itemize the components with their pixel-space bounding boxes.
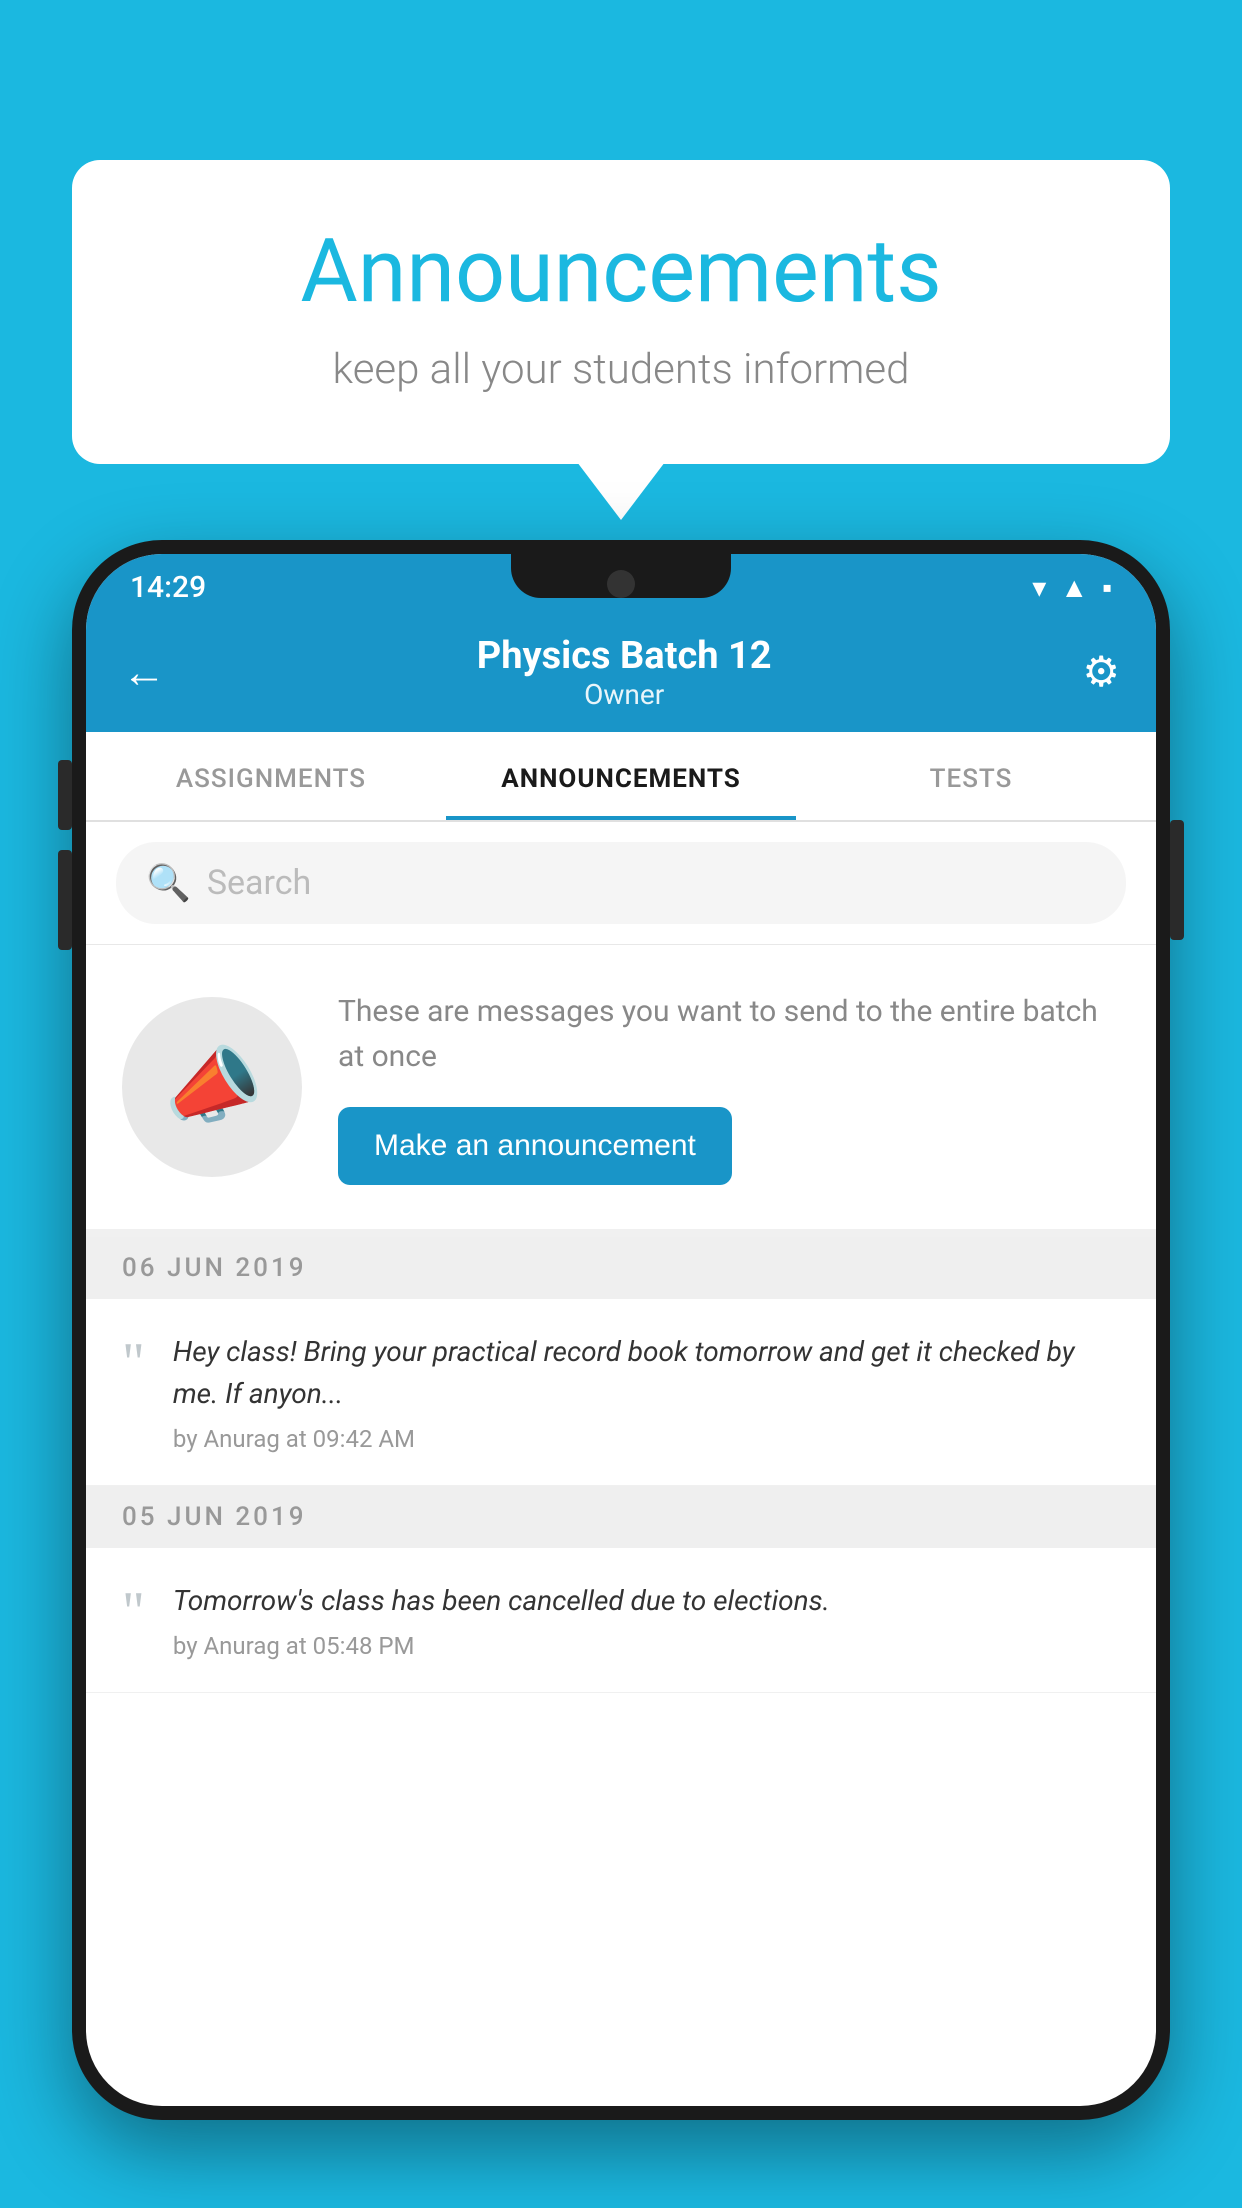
announcement-content-2: Tomorrow's class has been cancelled due … <box>173 1580 1120 1660</box>
search-bar[interactable]: 🔍 Search <box>116 842 1126 924</box>
signal-icon: ▲ <box>1060 571 1088 604</box>
phone-frame: 14:29 ▾ ▲ ▪ ← Physics Batch 12 Owner ⚙ <box>72 540 1170 2120</box>
bubble-title: Announcements <box>152 220 1090 323</box>
announcement-meta-2: by Anurag at 05:48 PM <box>173 1632 1120 1660</box>
announcement-icon-circle: 📣 <box>122 997 302 1177</box>
settings-button[interactable]: ⚙ <box>1082 647 1120 697</box>
header-title-block: Physics Batch 12 Owner <box>166 634 1082 711</box>
search-icon: 🔍 <box>146 862 191 904</box>
announcement-text-1: Hey class! Bring your practical record b… <box>173 1331 1120 1415</box>
quote-icon-2: " <box>122 1584 145 1640</box>
search-placeholder: Search <box>207 863 311 903</box>
tabs-bar: ASSIGNMENTS ANNOUNCEMENTS TESTS <box>86 732 1156 822</box>
speech-bubble-container: Announcements keep all your students inf… <box>72 160 1170 464</box>
volume-down-button <box>58 850 72 950</box>
date-separator-1: 06 JUN 2019 <box>86 1237 1156 1299</box>
status-icons: ▾ ▲ ▪ <box>1032 571 1112 604</box>
tab-tests[interactable]: TESTS <box>796 732 1146 820</box>
back-button[interactable]: ← <box>122 646 166 698</box>
phone-screen: 14:29 ▾ ▲ ▪ ← Physics Batch 12 Owner ⚙ <box>86 554 1156 2106</box>
header-title: Physics Batch 12 <box>166 634 1082 678</box>
date-separator-2: 05 JUN 2019 <box>86 1486 1156 1548</box>
announcement-content-1: Hey class! Bring your practical record b… <box>173 1331 1120 1453</box>
header-subtitle: Owner <box>166 678 1082 711</box>
power-button <box>1170 820 1184 940</box>
announcement-intro-right: These are messages you want to send to t… <box>338 989 1120 1185</box>
search-container: 🔍 Search <box>86 822 1156 945</box>
phone-notch <box>511 554 731 598</box>
phone-container: 14:29 ▾ ▲ ▪ ← Physics Batch 12 Owner ⚙ <box>72 540 1170 2208</box>
announcement-item-2[interactable]: " Tomorrow's class has been cancelled du… <box>86 1548 1156 1693</box>
tab-announcements[interactable]: ANNOUNCEMENTS <box>446 732 796 820</box>
app-header: ← Physics Batch 12 Owner ⚙ <box>86 612 1156 732</box>
battery-icon: ▪ <box>1102 571 1112 604</box>
announcement-intro: 📣 These are messages you want to send to… <box>86 945 1156 1237</box>
quote-icon-1: " <box>122 1335 145 1391</box>
front-camera <box>607 570 635 598</box>
status-time: 14:29 <box>130 570 206 605</box>
intro-description: These are messages you want to send to t… <box>338 989 1120 1079</box>
announcement-item-1[interactable]: " Hey class! Bring your practical record… <box>86 1299 1156 1486</box>
wifi-icon: ▾ <box>1032 571 1046 604</box>
announcement-meta-1: by Anurag at 09:42 AM <box>173 1425 1120 1453</box>
bubble-subtitle: keep all your students informed <box>152 345 1090 394</box>
speech-bubble: Announcements keep all your students inf… <box>72 160 1170 464</box>
announcement-text-2: Tomorrow's class has been cancelled due … <box>173 1580 1120 1622</box>
make-announcement-button[interactable]: Make an announcement <box>338 1107 732 1185</box>
tab-assignments[interactable]: ASSIGNMENTS <box>96 732 446 820</box>
megaphone-icon: 📣 <box>155 1032 269 1142</box>
volume-up-button <box>58 760 72 830</box>
